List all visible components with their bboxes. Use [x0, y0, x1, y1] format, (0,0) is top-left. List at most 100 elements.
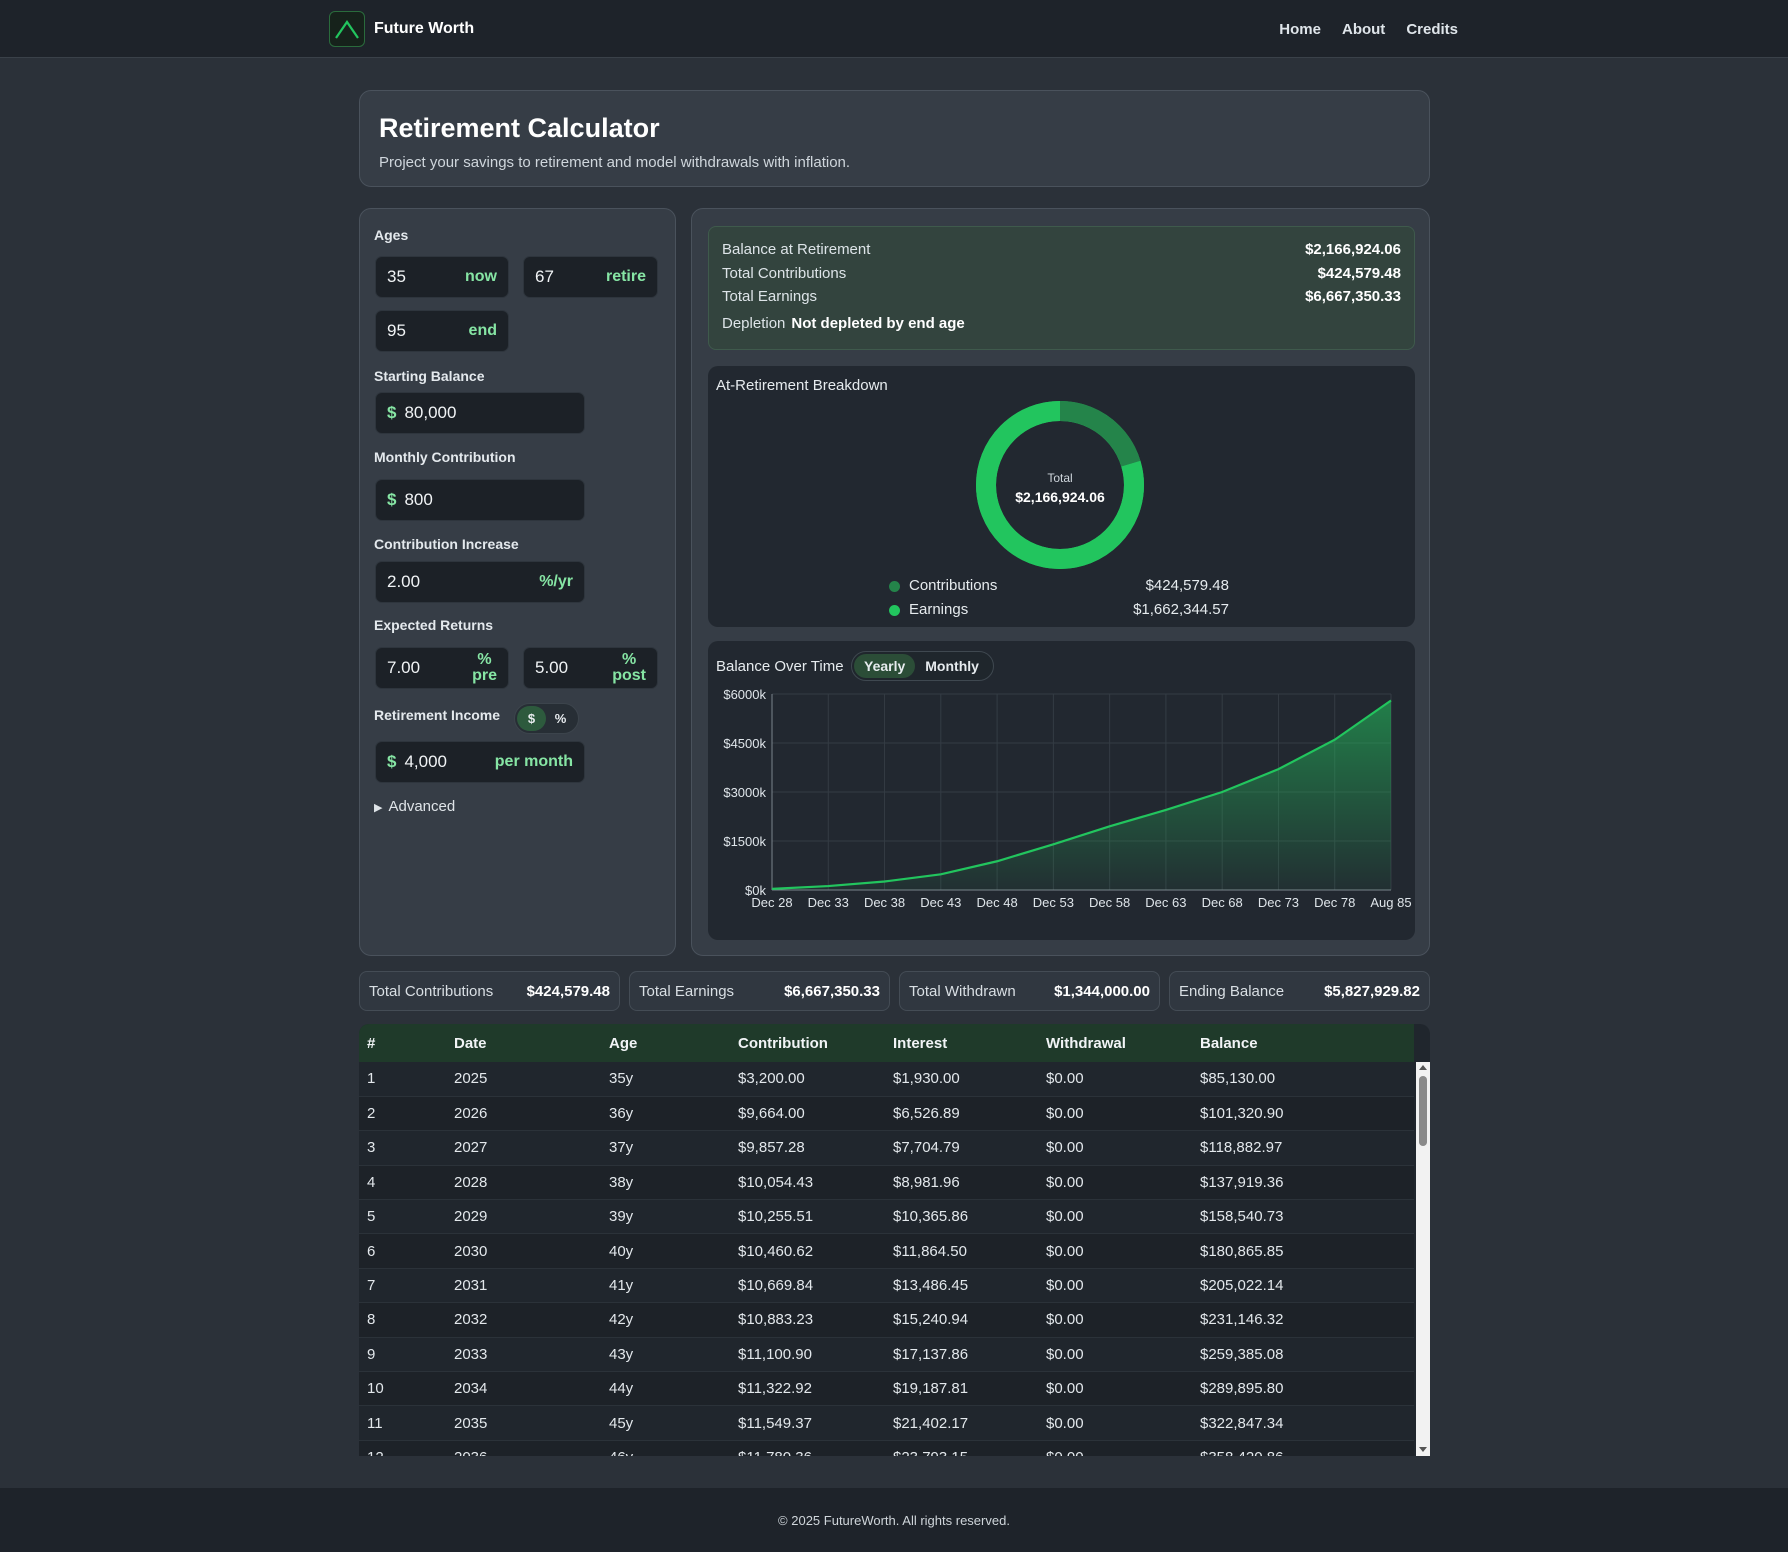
table-cell: 37y: [609, 1130, 738, 1166]
x-tick-label: Dec 28: [751, 895, 792, 910]
nav-home-link[interactable]: Home: [1279, 21, 1321, 38]
income-percent-toggle[interactable]: %: [546, 706, 575, 731]
return-pre-value: 7.00: [387, 658, 421, 677]
table-cell: $17,137.86: [893, 1337, 1046, 1373]
table-cell: $289,895.80: [1200, 1371, 1414, 1407]
breakdown-card: At-Retirement Breakdown Total $2,166,924…: [708, 366, 1415, 627]
age-now-value: 35: [387, 267, 406, 286]
x-tick-label: Dec 33: [808, 895, 849, 910]
brand-name: Future Worth: [374, 20, 475, 37]
nav-credits-link[interactable]: Credits: [1406, 21, 1458, 38]
table-cell: $11,780.36: [738, 1440, 893, 1456]
x-tick-label: Dec 68: [1202, 895, 1243, 910]
total-earnings-label: Total Earnings: [722, 288, 818, 305]
table-cell: $0.00: [1046, 1371, 1200, 1407]
total-contributions-value: $424,579.48: [1317, 264, 1401, 282]
stat-label: Total Withdrawn: [909, 982, 1016, 1000]
legend-contributions-value: $424,579.48: [1145, 577, 1229, 594]
table-cell: $11,322.92: [738, 1371, 893, 1407]
table-cell: $10,669.84: [738, 1268, 893, 1304]
table-cell: 2028: [454, 1165, 609, 1201]
contribution-increase-value: 2.00: [387, 572, 421, 591]
table-cell: $0.00: [1046, 1337, 1200, 1373]
x-tick-label: Dec 73: [1258, 895, 1299, 910]
summary-row: Total Contributions $424,579.48: [722, 265, 1401, 289]
table-cell: $0.00: [1046, 1130, 1200, 1166]
column-header: Interest: [893, 1024, 1046, 1062]
depletion-label: Depletion: [722, 314, 786, 332]
table-cell: 45y: [609, 1405, 738, 1441]
summary-card: Balance at Retirement $2,166,924.06 Tota…: [708, 226, 1415, 350]
return-pre-suffix-percent: %: [477, 651, 492, 668]
income-dollar-toggle[interactable]: $: [517, 706, 546, 731]
table-cell: $10,054.43: [738, 1165, 893, 1201]
return-post-suffix-percent: %: [621, 651, 637, 668]
table-cell: $322,847.34: [1200, 1405, 1414, 1441]
contribution-increase-input[interactable]: 2.00 %/yr: [375, 561, 585, 603]
table-cell: $10,883.23: [738, 1302, 893, 1338]
return-post-input[interactable]: 5.00 % post: [523, 647, 658, 689]
monthly-contribution-input[interactable]: $ 800: [375, 479, 585, 521]
x-tick-label: Aug 85: [1370, 895, 1411, 910]
starting-balance-value: 80,000: [404, 403, 457, 422]
age-now-suffix: now: [465, 268, 497, 285]
table-cell: $0.00: [1046, 1405, 1200, 1441]
table-cell: $137,919.36: [1200, 1165, 1414, 1201]
table-cell: 41y: [609, 1268, 738, 1304]
monthly-contribution-label: Monthly Contribution: [374, 449, 516, 465]
table-cell: 9: [359, 1337, 454, 1373]
table-cell: $10,365.86: [893, 1199, 1046, 1235]
table-cell: 38y: [609, 1165, 738, 1201]
table-cell: 10: [359, 1371, 454, 1407]
table-cell: $15,240.94: [893, 1302, 1046, 1338]
table-scrollbar[interactable]: [1416, 1062, 1430, 1456]
column-header: Contribution: [738, 1024, 893, 1062]
table-cell: $1,930.00: [893, 1062, 1046, 1097]
table-cell: 2033: [454, 1337, 609, 1373]
return-pre-suffix-word: pre: [472, 667, 497, 684]
table-cell: $11,100.90: [738, 1337, 893, 1373]
income-mode-toggle[interactable]: $ %: [514, 703, 579, 734]
age-retire-input[interactable]: 67 retire: [523, 256, 658, 298]
footer: © 2025 FutureWorth. All rights reserved.: [0, 1488, 1788, 1552]
currency-symbol: $: [387, 403, 397, 422]
currency-symbol: $: [387, 490, 397, 509]
scrollbar-thumb[interactable]: [1419, 1076, 1427, 1146]
table-cell: $158,540.73: [1200, 1199, 1414, 1235]
table-row: 5 2029 39y $10,255.51 $10,365.86 $0.00 $158,54…: [359, 1199, 1414, 1235]
brand[interactable]: Future Worth: [329, 11, 474, 47]
return-pre-input[interactable]: 7.00 % pre: [375, 647, 509, 689]
table-cell: $85,130.00: [1200, 1062, 1414, 1097]
depletion-value: Not depleted by end age: [791, 314, 965, 332]
table-cell: 1: [359, 1062, 454, 1097]
advanced-toggle[interactable]: ▶ Advanced: [374, 798, 455, 815]
age-now-input[interactable]: 35 now: [375, 256, 509, 298]
starting-balance-input[interactable]: $ 80,000: [375, 392, 585, 434]
table-cell: $0.00: [1046, 1096, 1200, 1132]
balance-at-retirement-value: $2,166,924.06: [1305, 241, 1401, 258]
table-cell: 40y: [609, 1233, 738, 1269]
return-post-suffix-word: post: [612, 667, 646, 684]
table-cell: 12: [359, 1440, 454, 1456]
top-navbar: Future Worth Home About Credits: [0, 0, 1788, 58]
table-row: 10 2034 44y $11,322.92 $19,187.81 $0.00 $289,8…: [359, 1371, 1414, 1407]
age-end-input[interactable]: 95 end: [375, 310, 509, 352]
retirement-income-label: Retirement Income: [374, 707, 501, 723]
table-cell: $7,704.79: [893, 1130, 1046, 1166]
x-tick-label: Dec 53: [1033, 895, 1074, 910]
table-cell: $13,486.45: [893, 1268, 1046, 1304]
starting-balance-label: Starting Balance: [374, 368, 485, 384]
column-header: Age: [609, 1024, 738, 1062]
contribution-increase-label: Contribution Increase: [374, 536, 519, 552]
ages-label: Ages: [374, 227, 409, 243]
table-cell: 44y: [609, 1371, 738, 1407]
table-cell: 3: [359, 1130, 454, 1166]
table-cell: $0.00: [1046, 1233, 1200, 1269]
age-end-suffix: end: [468, 322, 497, 339]
column-header: #: [359, 1024, 454, 1062]
retirement-income-input[interactable]: $ 4,000 per month: [375, 741, 585, 783]
legend-dot: [889, 605, 900, 616]
nav-about-link[interactable]: About: [1342, 21, 1385, 38]
table-cell: $0.00: [1046, 1199, 1200, 1235]
table-cell: 2027: [454, 1130, 609, 1166]
